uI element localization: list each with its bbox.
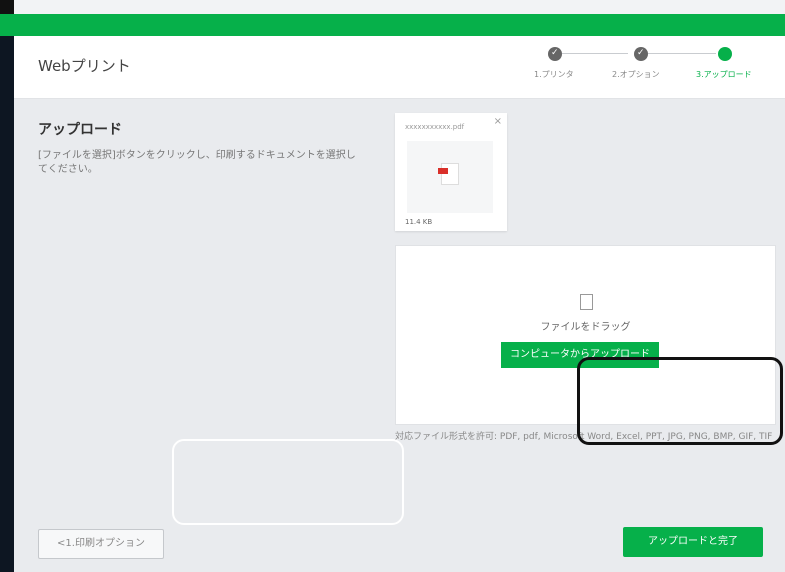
file-preview [407,141,493,213]
document-icon [580,294,593,310]
uploaded-file-card[interactable]: xxxxxxxxxxx.pdf × 11.4 KB [395,113,507,231]
progress-stepper: ✓ ✓ 1.プリンタ 2.オプション 3.アップロード [534,47,774,87]
highlight-frame [577,357,783,445]
drop-instruction: ファイルをドラッグ [540,322,631,333]
step-2-indicator: ✓ [634,47,648,61]
brand-bar [0,14,785,36]
page-title: Webプリント [38,57,131,75]
top-corner [0,0,14,14]
remove-file-icon[interactable]: × [494,116,502,127]
step-1-label: 1.プリンタ [534,70,574,79]
step-connector [646,53,716,54]
step-3-indicator [718,47,732,61]
step-2-label: 2.オプション [612,70,660,79]
step-3-label: 3.アップロード [696,70,752,79]
pdf-file-icon [438,163,459,185]
pdf-badge [438,168,448,174]
file-name: xxxxxxxxxxx.pdf [405,123,465,131]
top-strip [0,0,785,14]
section-description: [ファイルを選択]ボタンをクリックし、印刷するドキュメントを選択してください。 [38,150,356,175]
back-button[interactable]: <1.印刷オプション [38,529,164,559]
check-icon: ✓ [637,48,645,58]
upload-and-finish-button[interactable]: アップロードと完了 [623,527,763,557]
check-icon: ✓ [551,48,559,58]
section-heading: アップロード [38,122,122,138]
step-connector [558,53,628,54]
highlight-frame [172,439,404,525]
sidebar [0,36,14,572]
header: Webプリント ✓ ✓ 1.プリンタ 2.オプション 3.アップロード [14,36,785,99]
step-1-indicator: ✓ [548,47,562,61]
file-size: 11.4 KB [405,218,433,226]
